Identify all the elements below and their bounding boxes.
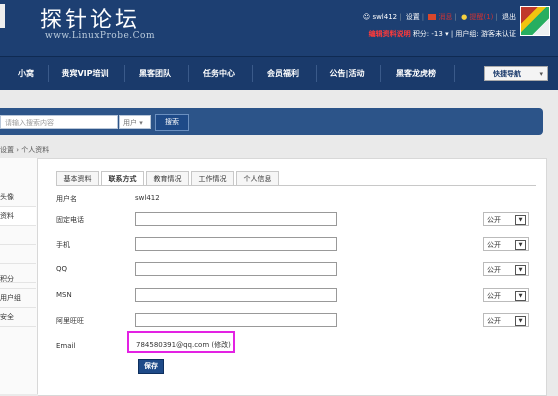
main-nav: 小窝 贵宾VIP培训 黑客团队 任务中心 会员福利 公告|活动 黑客龙虎榜 快捷…: [0, 56, 558, 90]
tab-education[interactable]: 教育情况: [146, 171, 189, 186]
top-header: 探针论坛 www.LinuxProbe.Com ☺ swl412 | 设置 | 消息…: [0, 0, 558, 56]
site-logo[interactable]: 探针论坛: [40, 2, 140, 34]
wangwang-label: 阿里旺旺: [56, 317, 84, 325]
search-button[interactable]: 搜索: [155, 114, 189, 131]
qq-privacy-select[interactable]: 公开 ▼: [483, 262, 529, 276]
wangwang-privacy-value: 公开: [487, 317, 501, 325]
settings-link[interactable]: 设置: [406, 13, 420, 21]
profile-panel: 基本资料 联系方式 教育情况 工作情况 个人信息 用户名 swl412 固定电话…: [38, 158, 547, 396]
chevron-down-icon: ▼: [515, 215, 526, 225]
sidebar-item-3[interactable]: [0, 226, 36, 245]
search-bar: 请输入搜索内容 用户 ▾ 搜索: [0, 108, 543, 135]
wangwang-field[interactable]: [135, 313, 337, 327]
user-group-link[interactable]: 用户组: 游客未认证: [455, 30, 516, 38]
sidebar-item-points[interactable]: 积分: [0, 270, 36, 289]
tab-contact[interactable]: 联系方式: [101, 171, 144, 186]
avatar[interactable]: [520, 6, 550, 36]
phone-privacy-value: 公开: [487, 216, 501, 224]
mobile-field[interactable]: [135, 237, 337, 251]
sidebar-item-security[interactable]: 安全: [0, 308, 36, 327]
phone-label: 固定电话: [56, 216, 84, 224]
email-label: Email: [56, 342, 76, 350]
chevron-down-icon: ▾: [539, 70, 543, 78]
username-label: 用户名: [56, 195, 77, 203]
mobile-label: 手机: [56, 241, 70, 249]
wangwang-privacy-select[interactable]: 公开 ▼: [483, 313, 529, 327]
sidebar-item-usergroup[interactable]: 用户组: [0, 289, 36, 308]
tab-personal[interactable]: 个人信息: [236, 171, 279, 186]
sidebar-item-4[interactable]: [0, 245, 36, 264]
qq-privacy-value: 公开: [487, 266, 501, 274]
msn-label: MSN: [56, 291, 72, 299]
user-icon: ☺: [362, 13, 371, 21]
tab-work[interactable]: 工作情况: [191, 171, 234, 186]
email-value[interactable]: 784580391@qq.com (修改): [136, 340, 231, 350]
msn-privacy-value: 公开: [487, 292, 501, 300]
nav-item-announcements[interactable]: 公告|活动: [320, 57, 374, 90]
points-link[interactable]: 积分: -13: [413, 30, 443, 38]
msn-field[interactable]: [135, 288, 337, 302]
search-type-select[interactable]: 用户 ▾: [119, 115, 151, 129]
bulb-icon: ●: [461, 13, 468, 21]
breadcrumb-text[interactable]: 设置 › 个人资料: [0, 146, 49, 154]
msn-privacy-select[interactable]: 公开 ▼: [483, 288, 529, 302]
mobile-privacy-select[interactable]: 公开 ▼: [483, 237, 529, 251]
profile-warning[interactable]: 编辑资料说明: [369, 30, 411, 38]
phone-privacy-select[interactable]: 公开 ▼: [483, 212, 529, 226]
sidebar-item-avatar[interactable]: 头像: [0, 188, 36, 207]
chevron-down-icon: ▼: [515, 291, 526, 301]
breadcrumb: 设置 › 个人资料: [0, 145, 49, 155]
nav-item-team[interactable]: 黑客团队: [128, 57, 182, 90]
user-stats: 编辑资料说明 积分: -13 ▾ | 用户组: 游客未认证: [368, 30, 516, 38]
mail-icon: [428, 14, 437, 20]
username-value: swl412: [135, 194, 160, 202]
chevron-down-icon: ▼: [515, 240, 526, 250]
nav-item-ranking[interactable]: 黑客龙虎榜: [384, 57, 448, 90]
user-menu: ☺ swl412 | 设置 | 消息 | ● 提醒(1) | 退出: [362, 13, 516, 21]
tab-basic[interactable]: 基本资料: [56, 171, 99, 186]
save-button[interactable]: 保存: [138, 359, 164, 374]
messages-link[interactable]: 消息: [439, 13, 453, 21]
chevron-down-icon: ▼: [515, 316, 526, 326]
mobile-privacy-value: 公开: [487, 241, 501, 249]
phone-field[interactable]: [135, 212, 337, 226]
logo-edge: [0, 4, 5, 28]
quick-nav-label: 快捷导航: [493, 70, 521, 78]
sidebar-item-profile[interactable]: 资料: [0, 207, 36, 226]
nav-item-home[interactable]: 小窝: [12, 57, 40, 90]
site-url: www.LinuxProbe.Com: [45, 31, 155, 41]
search-input[interactable]: 请输入搜索内容: [0, 115, 118, 129]
quick-nav-button[interactable]: 快捷导航 ▾: [484, 66, 548, 81]
nav-item-benefits[interactable]: 会员福利: [256, 57, 310, 90]
settings-sidebar: 头像 资料 积分 用户组 安全: [0, 158, 38, 394]
logout-link[interactable]: 退出: [502, 13, 516, 21]
reminders-link[interactable]: 提醒(1): [469, 13, 493, 21]
username-link[interactable]: swl412: [372, 13, 397, 21]
search-type-label: 用户: [123, 119, 137, 127]
chevron-down-icon: ▼: [515, 265, 526, 275]
qq-label: QQ: [56, 265, 68, 273]
tab-divider: [56, 185, 536, 186]
nav-item-vip[interactable]: 贵宾VIP培训: [52, 57, 118, 90]
qq-field[interactable]: [135, 262, 337, 276]
nav-item-tasks[interactable]: 任务中心: [192, 57, 246, 90]
